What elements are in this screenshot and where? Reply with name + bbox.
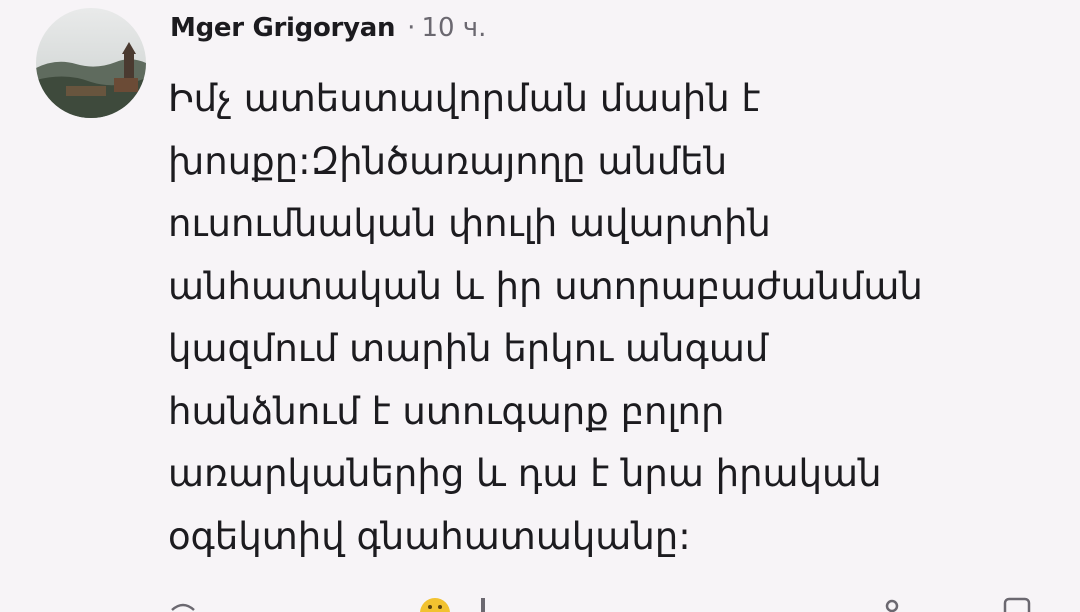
- comment-line: օգեկտիվ գնահատականը:: [168, 514, 691, 558]
- comment-line: առարկաներից և դա է նրա իրական: [168, 452, 882, 495]
- avatar[interactable]: [36, 8, 146, 118]
- separator-dot: ·: [407, 13, 416, 43]
- comment-actions-bar: [0, 592, 1080, 612]
- comment-header: Mger Grigoryan · 10 ч.: [170, 10, 486, 46]
- copy-icon[interactable]: [1002, 596, 1032, 612]
- comment-text: Իմչ ատեստավորման մասին է խոսքը:Զինծառայո…: [168, 68, 1058, 568]
- like-icon[interactable]: [474, 596, 494, 612]
- comment-item: Mger Grigoryan · 10 ч. Իմչ ատեստավորման …: [0, 0, 1080, 612]
- timestamp[interactable]: 10 ч.: [421, 13, 486, 43]
- avatar-image: [36, 8, 146, 118]
- comment-line: հանձնում է ստուգարք բոլոր: [168, 389, 725, 433]
- comment-line: անհատական և իր ստորաբաժանման: [168, 264, 923, 308]
- reply-icon[interactable]: [168, 596, 198, 612]
- comment-line: կազմում տարին երկու անգամ: [168, 327, 769, 370]
- author-name[interactable]: Mger Grigoryan: [170, 13, 395, 43]
- comment-line: խոսքը:Զինծառայողը անմեն: [168, 139, 728, 183]
- more-icon[interactable]: [878, 596, 906, 612]
- comment-line: Իմչ ատեստավորման մասին է: [168, 77, 761, 120]
- emoji-reaction-icon[interactable]: [418, 596, 452, 612]
- comment-line: ուսումնական փուլի ավարտին: [168, 202, 771, 245]
